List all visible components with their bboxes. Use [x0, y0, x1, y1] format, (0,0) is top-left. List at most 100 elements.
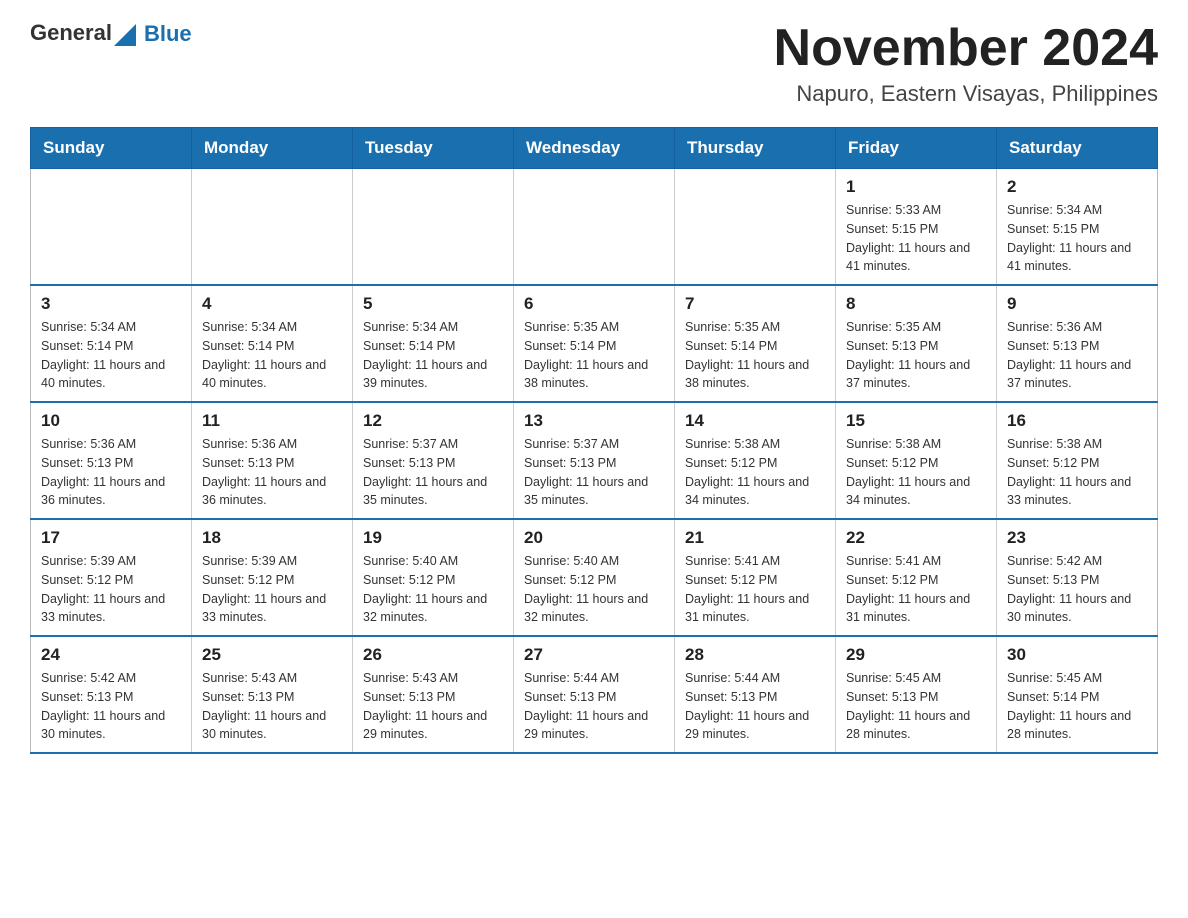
- day-info: Sunrise: 5:45 AMSunset: 5:13 PMDaylight:…: [846, 669, 986, 744]
- day-number: 18: [202, 528, 342, 548]
- calendar-cell: 15Sunrise: 5:38 AMSunset: 5:12 PMDayligh…: [836, 402, 997, 519]
- day-number: 19: [363, 528, 503, 548]
- day-number: 3: [41, 294, 181, 314]
- calendar-cell: 2Sunrise: 5:34 AMSunset: 5:15 PMDaylight…: [997, 169, 1158, 286]
- calendar-cell: [514, 169, 675, 286]
- calendar-cell: 28 Sunrise: 5:44 AMSunset: 5:13 PMDayligh…: [675, 636, 836, 753]
- calendar-cell: 16Sunrise: 5:38 AMSunset: 5:12 PMDayligh…: [997, 402, 1158, 519]
- calendar-cell: [353, 169, 514, 286]
- day-number: 21: [685, 528, 825, 548]
- day-number: 26: [363, 645, 503, 665]
- calendar-header-monday: Monday: [192, 128, 353, 169]
- day-info: Sunrise: 5:36 AMSunset: 5:13 PMDaylight:…: [1007, 318, 1147, 393]
- calendar-header-row: SundayMondayTuesdayWednesdayThursdayFrid…: [31, 128, 1158, 169]
- calendar-cell: 26 Sunrise: 5:43 AMSunset: 5:13 PMDayligh…: [353, 636, 514, 753]
- logo-blue-text: Blue: [144, 21, 192, 47]
- calendar-cell: 23Sunrise: 5:42 AMSunset: 5:13 PMDayligh…: [997, 519, 1158, 636]
- day-info: Sunrise: 5:35 AMSunset: 5:14 PMDaylight:…: [524, 318, 664, 393]
- day-number: 30: [1007, 645, 1147, 665]
- calendar-cell: 13 Sunrise: 5:37 AMSunset: 5:13 PMDayligh…: [514, 402, 675, 519]
- day-number: 29: [846, 645, 986, 665]
- calendar-cell: 1 Sunrise: 5:33 AMSunset: 5:15 PMDaylight…: [836, 169, 997, 286]
- day-number: 25: [202, 645, 342, 665]
- location-subtitle: Napuro, Eastern Visayas, Philippines: [774, 81, 1158, 107]
- day-info: Sunrise: 5:39 AMSunset: 5:12 PMDaylight:…: [41, 552, 181, 627]
- calendar-cell: [31, 169, 192, 286]
- day-number: 27: [524, 645, 664, 665]
- calendar-cell: 3 Sunrise: 5:34 AMSunset: 5:14 PMDaylight…: [31, 285, 192, 402]
- day-info: Sunrise: 5:45 AMSunset: 5:14 PMDaylight:…: [1007, 669, 1147, 744]
- calendar-cell: 25 Sunrise: 5:43 AMSunset: 5:13 PMDayligh…: [192, 636, 353, 753]
- day-info: Sunrise: 5:41 AMSunset: 5:12 PMDaylight:…: [685, 552, 825, 627]
- calendar-cell: 30 Sunrise: 5:45 AMSunset: 5:14 PMDayligh…: [997, 636, 1158, 753]
- day-number: 4: [202, 294, 342, 314]
- calendar-cell: 10Sunrise: 5:36 AMSunset: 5:13 PMDayligh…: [31, 402, 192, 519]
- calendar-cell: 9 Sunrise: 5:36 AMSunset: 5:13 PMDaylight…: [997, 285, 1158, 402]
- title-block: November 2024 Napuro, Eastern Visayas, P…: [774, 20, 1158, 107]
- page-header: General Blue November 2024 Napuro, Easte…: [30, 20, 1158, 107]
- day-info: Sunrise: 5:43 AMSunset: 5:13 PMDaylight:…: [202, 669, 342, 744]
- calendar-cell: 20 Sunrise: 5:40 AMSunset: 5:12 PMDayligh…: [514, 519, 675, 636]
- calendar-table: SundayMondayTuesdayWednesdayThursdayFrid…: [30, 127, 1158, 754]
- day-number: 12: [363, 411, 503, 431]
- day-number: 17: [41, 528, 181, 548]
- day-info: Sunrise: 5:38 AMSunset: 5:12 PMDaylight:…: [685, 435, 825, 510]
- calendar-cell: 27 Sunrise: 5:44 AMSunset: 5:13 PMDayligh…: [514, 636, 675, 753]
- day-number: 1: [846, 177, 986, 197]
- day-number: 15: [846, 411, 986, 431]
- day-info: Sunrise: 5:43 AMSunset: 5:13 PMDaylight:…: [363, 669, 503, 744]
- calendar-cell: 6 Sunrise: 5:35 AMSunset: 5:14 PMDaylight…: [514, 285, 675, 402]
- calendar-cell: 24Sunrise: 5:42 AMSunset: 5:13 PMDayligh…: [31, 636, 192, 753]
- calendar-cell: 29 Sunrise: 5:45 AMSunset: 5:13 PMDayligh…: [836, 636, 997, 753]
- day-info: Sunrise: 5:41 AMSunset: 5:12 PMDaylight:…: [846, 552, 986, 627]
- calendar-header-saturday: Saturday: [997, 128, 1158, 169]
- calendar-week-row: 1 Sunrise: 5:33 AMSunset: 5:15 PMDaylight…: [31, 169, 1158, 286]
- day-info: Sunrise: 5:36 AMSunset: 5:13 PMDaylight:…: [41, 435, 181, 510]
- day-info: Sunrise: 5:38 AMSunset: 5:12 PMDaylight:…: [1007, 435, 1147, 510]
- calendar-cell: 5Sunrise: 5:34 AMSunset: 5:14 PMDaylight…: [353, 285, 514, 402]
- day-number: 7: [685, 294, 825, 314]
- calendar-header-tuesday: Tuesday: [353, 128, 514, 169]
- calendar-week-row: 24Sunrise: 5:42 AMSunset: 5:13 PMDayligh…: [31, 636, 1158, 753]
- day-number: 9: [1007, 294, 1147, 314]
- calendar-cell: 21 Sunrise: 5:41 AMSunset: 5:12 PMDayligh…: [675, 519, 836, 636]
- day-info: Sunrise: 5:35 AMSunset: 5:14 PMDaylight:…: [685, 318, 825, 393]
- calendar-cell: [675, 169, 836, 286]
- day-info: Sunrise: 5:42 AMSunset: 5:13 PMDaylight:…: [1007, 552, 1147, 627]
- day-info: Sunrise: 5:34 AMSunset: 5:14 PMDaylight:…: [41, 318, 181, 393]
- day-info: Sunrise: 5:44 AMSunset: 5:13 PMDaylight:…: [524, 669, 664, 744]
- calendar-header-friday: Friday: [836, 128, 997, 169]
- calendar-cell: 4 Sunrise: 5:34 AMSunset: 5:14 PMDaylight…: [192, 285, 353, 402]
- calendar-cell: 12 Sunrise: 5:37 AMSunset: 5:13 PMDayligh…: [353, 402, 514, 519]
- logo: General Blue: [30, 20, 192, 48]
- day-number: 28: [685, 645, 825, 665]
- calendar-week-row: 17 Sunrise: 5:39 AMSunset: 5:12 PMDayligh…: [31, 519, 1158, 636]
- calendar-cell: [192, 169, 353, 286]
- logo-triangle-icon: [114, 24, 136, 46]
- day-number: 11: [202, 411, 342, 431]
- day-info: Sunrise: 5:37 AMSunset: 5:13 PMDaylight:…: [363, 435, 503, 510]
- calendar-week-row: 3 Sunrise: 5:34 AMSunset: 5:14 PMDaylight…: [31, 285, 1158, 402]
- calendar-header-sunday: Sunday: [31, 128, 192, 169]
- day-info: Sunrise: 5:34 AMSunset: 5:15 PMDaylight:…: [1007, 201, 1147, 276]
- day-info: Sunrise: 5:40 AMSunset: 5:12 PMDaylight:…: [524, 552, 664, 627]
- day-info: Sunrise: 5:34 AMSunset: 5:14 PMDaylight:…: [202, 318, 342, 393]
- day-info: Sunrise: 5:37 AMSunset: 5:13 PMDaylight:…: [524, 435, 664, 510]
- calendar-cell: 14 Sunrise: 5:38 AMSunset: 5:12 PMDayligh…: [675, 402, 836, 519]
- day-number: 13: [524, 411, 664, 431]
- calendar-cell: 19Sunrise: 5:40 AMSunset: 5:12 PMDayligh…: [353, 519, 514, 636]
- calendar-cell: 8Sunrise: 5:35 AMSunset: 5:13 PMDaylight…: [836, 285, 997, 402]
- day-number: 24: [41, 645, 181, 665]
- day-info: Sunrise: 5:44 AMSunset: 5:13 PMDaylight:…: [685, 669, 825, 744]
- logo-general-text: General: [30, 20, 136, 48]
- day-number: 6: [524, 294, 664, 314]
- calendar-cell: 17 Sunrise: 5:39 AMSunset: 5:12 PMDayligh…: [31, 519, 192, 636]
- day-info: Sunrise: 5:33 AMSunset: 5:15 PMDaylight:…: [846, 201, 986, 276]
- day-info: Sunrise: 5:39 AMSunset: 5:12 PMDaylight:…: [202, 552, 342, 627]
- calendar-header-wednesday: Wednesday: [514, 128, 675, 169]
- calendar-header-thursday: Thursday: [675, 128, 836, 169]
- day-number: 20: [524, 528, 664, 548]
- calendar-cell: 7 Sunrise: 5:35 AMSunset: 5:14 PMDaylight…: [675, 285, 836, 402]
- day-number: 14: [685, 411, 825, 431]
- calendar-cell: 11Sunrise: 5:36 AMSunset: 5:13 PMDayligh…: [192, 402, 353, 519]
